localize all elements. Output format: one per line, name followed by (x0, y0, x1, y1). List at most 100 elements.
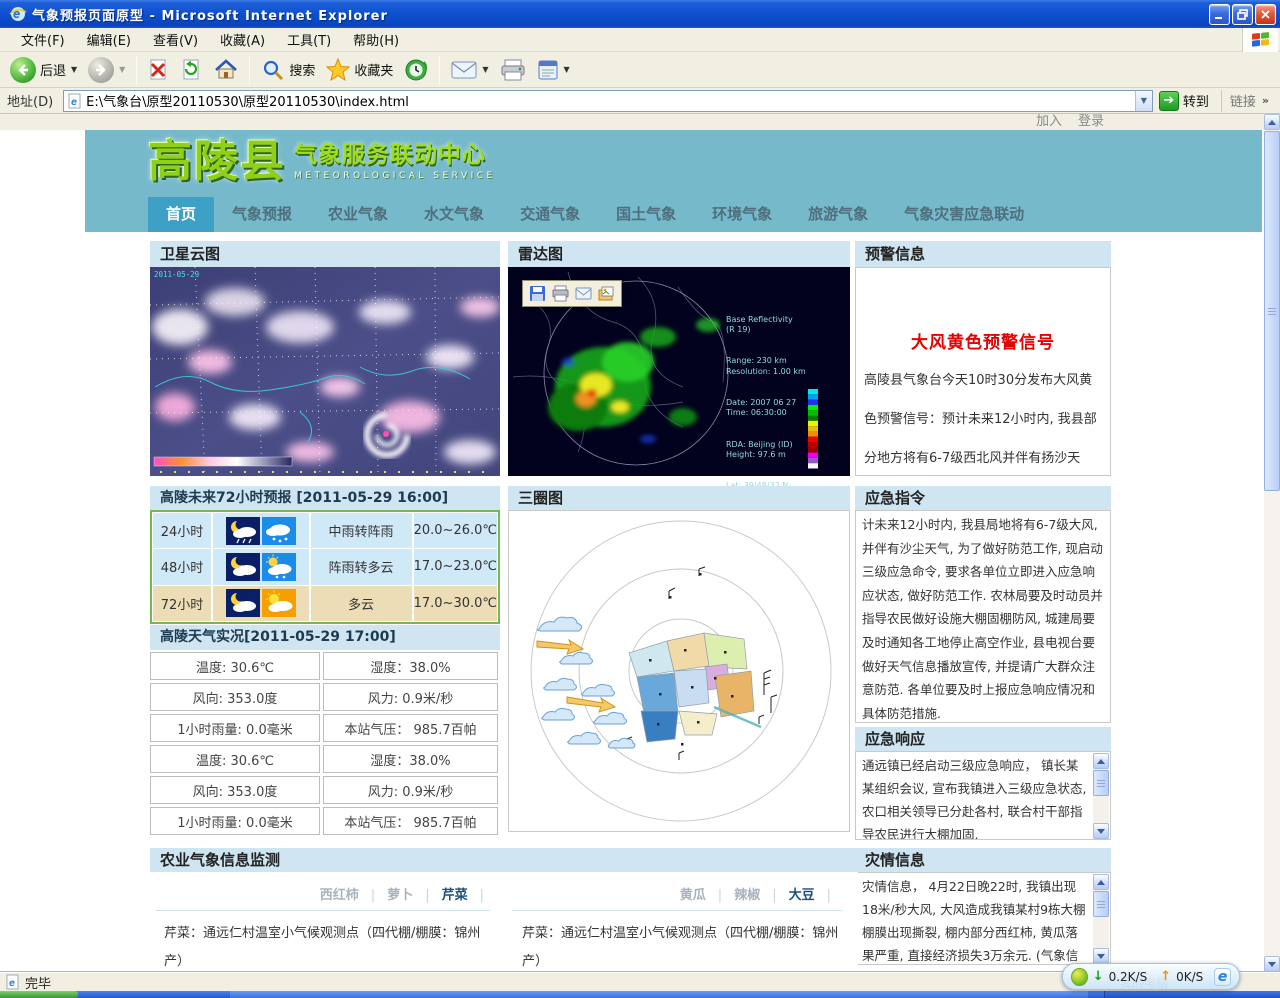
response-scrollbar[interactable] (1093, 753, 1109, 839)
nav-traffic[interactable]: 交通气象 (502, 197, 598, 232)
address-value: E:\气象台\原型20110530\原型20110530\index.html (86, 91, 1135, 110)
scrollbar-thumb[interactable] (1093, 891, 1109, 917)
scroll-up-icon[interactable] (1264, 114, 1280, 130)
refresh-button[interactable] (177, 56, 207, 84)
forecast-weather: 中雨转阵雨 (311, 513, 412, 548)
menu-help[interactable]: 帮助(H) (342, 30, 410, 49)
nav-home[interactable]: 首页 (148, 197, 214, 232)
download-arrow-icon: ↓ (1093, 969, 1104, 984)
links-label: 链接 (1230, 91, 1256, 110)
go-button[interactable]: ➔ 转到 (1159, 91, 1215, 111)
nav-weather-forecast[interactable]: 气象预报 (214, 197, 310, 232)
edit-dropdown-icon[interactable]: ▼ (564, 65, 570, 74)
forecast-weather: 多云 (311, 586, 412, 621)
ie-widget-icon[interactable]: e (1214, 968, 1231, 986)
menu-file[interactable]: 文件(F) (10, 30, 76, 49)
tab-divider (512, 910, 842, 911)
agri-left-text: 芹菜：通远仁村温室小气候观测点（四代棚/棚膜：锦州产） (164, 920, 494, 972)
forward-button[interactable]: ▼ (84, 55, 129, 85)
scroll-down-icon[interactable] (1264, 956, 1280, 972)
search-button[interactable]: 搜索 (257, 56, 319, 84)
mail-button[interactable]: ▼ (447, 58, 492, 82)
response-text: 通远镇已经启动三级应急响应， 镇长某某组织会议, 宣布我镇进入三级应急状态, 农… (856, 752, 1110, 840)
home-button[interactable] (210, 56, 242, 84)
tab-celery[interactable]: 芹菜 (436, 884, 490, 903)
live-weather-grid: 温度: 30.6℃ 湿度：38.0% 风向: 353.0度 风力: 0.9米/秒… (150, 652, 498, 835)
print-image-icon[interactable] (552, 285, 569, 302)
address-dropdown-icon[interactable]: ▼ (1135, 91, 1152, 111)
day-shower-icon (262, 553, 296, 581)
forecast-period: 72小时 (153, 586, 211, 621)
tab-tomato[interactable]: 西红柿 (314, 884, 381, 903)
download-speed: 0.2K/S (1109, 970, 1148, 984)
scroll-up-icon[interactable] (1093, 753, 1109, 769)
stop-button[interactable] (144, 56, 174, 84)
save-icon[interactable] (529, 285, 546, 302)
day-sunny-cloud-icon (262, 589, 296, 617)
nav-tourism[interactable]: 旅游气象 (790, 197, 886, 232)
forecast-temp: 20.0~26.0℃ (414, 513, 497, 548)
back-button[interactable]: 后退 ▼ (6, 55, 81, 85)
nav-agriculture[interactable]: 农业气象 (310, 197, 406, 232)
links-button[interactable]: 链接 » (1221, 90, 1277, 112)
disaster-panel-body: 灾情信息， 4月22日晚22时, 我镇出现18米/秒大风, 大风造成我镇某村9栋… (855, 872, 1111, 965)
favorites-button[interactable]: 收藏夹 (322, 56, 397, 84)
scroll-down-icon[interactable] (1093, 948, 1109, 964)
search-label: 搜索 (289, 60, 315, 79)
join-link[interactable]: 加入 (1036, 114, 1062, 130)
svg-text:e: e (13, 7, 20, 21)
agri-left-tabs: 西红柿 萝卜 芹菜 (150, 884, 490, 903)
radar-image: Base Reflectivity(R 19) Range: 230 kmRes… (508, 267, 850, 476)
menu-view[interactable]: 查看(V) (142, 30, 209, 49)
agri-right-tabs: 黄瓜 辣椒 大豆 (512, 884, 837, 903)
tab-cucumber[interactable]: 黄瓜 (674, 884, 728, 903)
disaster-panel-header: 灾情信息 (855, 848, 1111, 872)
back-icon (10, 57, 36, 83)
close-button[interactable] (1255, 4, 1276, 25)
mail-dropdown-icon[interactable]: ▼ (482, 65, 488, 74)
scroll-down-icon[interactable] (1093, 823, 1109, 839)
scrollbar-thumb[interactable] (1093, 770, 1109, 796)
edit-button[interactable]: ▼ (533, 57, 574, 83)
favorites-label: 收藏夹 (354, 60, 393, 79)
page-viewport: 加入 登录 高陵县 气象服务联动中心 METEOROLOGICAL SERVIC… (0, 114, 1280, 972)
menu-tools[interactable]: 工具(T) (276, 30, 342, 49)
scroll-up-icon[interactable] (1093, 874, 1109, 890)
nav-land[interactable]: 国土气象 (598, 197, 694, 232)
tab-soybean[interactable]: 大豆 (783, 884, 837, 903)
tab-radish[interactable]: 萝卜 (381, 884, 435, 903)
response-panel-header: 应急响应 (855, 727, 1111, 751)
scrollbar-thumb[interactable] (1264, 131, 1280, 491)
command-panel-header: 应急指令 (855, 486, 1111, 510)
back-dropdown-icon[interactable]: ▼ (71, 65, 77, 74)
address-label: 地址(D) (3, 91, 57, 110)
taskbar-window-button[interactable] (230, 991, 1088, 998)
email-image-icon[interactable] (575, 285, 592, 302)
page-scrollbar[interactable] (1264, 114, 1280, 972)
login-link[interactable]: 登录 (1078, 114, 1104, 130)
restore-button[interactable] (1232, 4, 1253, 25)
command-panel-body: 计未来12小时内, 我县局地将有6-7级大风, 并伴有沙尘天气, 为了做好防范工… (855, 510, 1111, 723)
mail-icon (451, 60, 477, 80)
address-bar: 地址(D) e E:\气象台\原型20110530\原型20110530\ind… (0, 88, 1280, 114)
menu-favorites[interactable]: 收藏(A) (209, 30, 276, 49)
network-speed-widget[interactable]: ↓ 0.2K/S ↑ 0K/S e (1062, 963, 1240, 990)
nav-environment[interactable]: 环境气象 (694, 197, 790, 232)
tab-pepper[interactable]: 辣椒 (728, 884, 782, 903)
start-button[interactable] (0, 991, 78, 998)
live-cell-humidity: 湿度：38.0% (323, 652, 498, 680)
nav-disaster-emergency[interactable]: 气象灾害应急联动 (886, 197, 1042, 232)
agri-panel-body: 西红柿 萝卜 芹菜 黄瓜 辣椒 大豆 芹菜：通远仁村温室小气候观测点（四代棚/棚… (150, 872, 858, 972)
history-button[interactable] (400, 56, 432, 84)
my-pictures-icon[interactable] (598, 285, 615, 302)
live-cell-wind-force: 风力: 0.9米/秒 (323, 683, 498, 711)
forecast-period: 24小时 (153, 513, 211, 548)
print-button[interactable] (496, 57, 530, 83)
nav-hydrology[interactable]: 水文气象 (406, 197, 502, 232)
minimize-button[interactable] (1209, 4, 1230, 25)
live-weather-panel-header: 高陵天气实况[2011-05-29 17:00] (150, 625, 500, 650)
satellite-panel-header: 卫星云图 (150, 241, 500, 267)
menu-edit[interactable]: 编辑(E) (76, 30, 142, 49)
address-input[interactable]: e E:\气象台\原型20110530\原型20110530\index.htm… (63, 90, 1153, 112)
disaster-scrollbar[interactable] (1093, 874, 1109, 964)
